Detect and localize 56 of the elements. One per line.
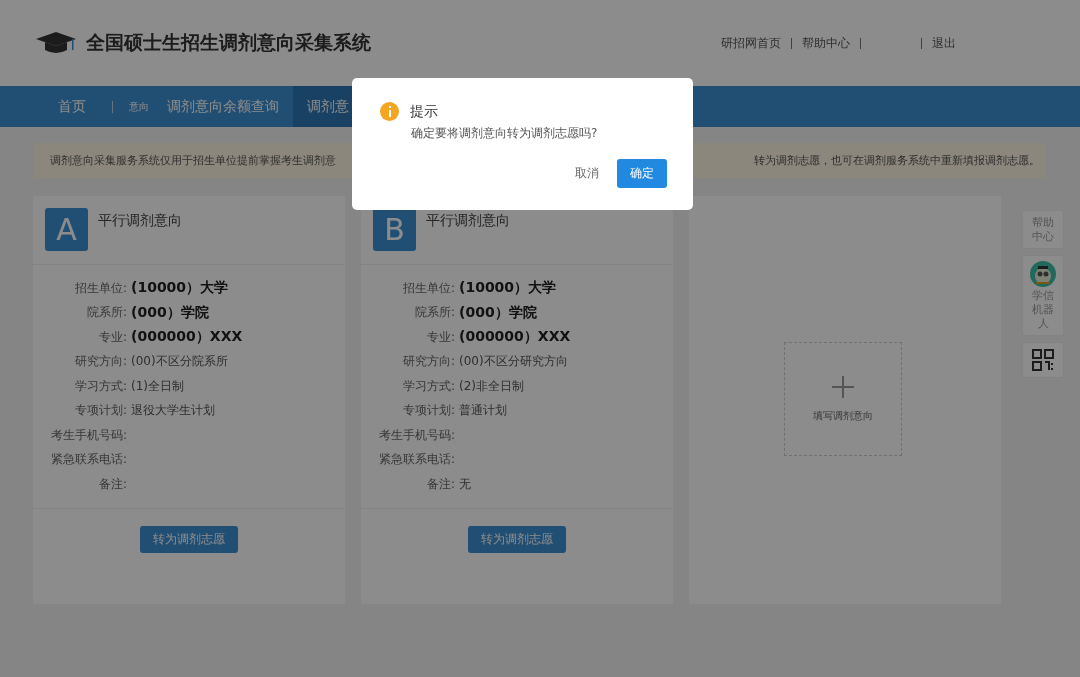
- field-value: (1)全日制: [131, 377, 184, 395]
- site-title: 全国硕士生招生调剂意向采集系统: [86, 30, 372, 55]
- field-value: (00)不区分院系所: [131, 353, 228, 371]
- field-label: 院系所:: [413, 304, 455, 322]
- header-link[interactable]: 帮助中心: [792, 34, 860, 52]
- field-label: 紧急联系电话:: [49, 451, 127, 469]
- convert-button[interactable]: 转为调剂志愿: [468, 526, 566, 553]
- add-intent-button[interactable]: 填写调剂意向: [784, 342, 902, 456]
- field-label: 紧急联系电话:: [377, 451, 455, 469]
- field-label: 院系所:: [85, 304, 127, 322]
- field-value: 无: [459, 475, 471, 493]
- field-label: 专项计划:: [73, 402, 127, 420]
- field-label: 专项计划:: [401, 402, 455, 420]
- nav-tab[interactable]: 调剂意向余额查询: [153, 86, 293, 127]
- field-label: 学习方式:: [401, 377, 455, 395]
- field-value: (000）学院: [131, 303, 209, 322]
- field-value: (000）学院: [459, 303, 537, 322]
- notice-text: 调剂意向采集服务系统仅用于招生单位提前掌握考生调剂意: [50, 153, 336, 168]
- qr-code-icon[interactable]: [1031, 348, 1055, 373]
- dialog-message: 确定要将调剂意向转为调剂志愿吗?: [411, 125, 599, 142]
- field-label: 研究方向:: [401, 353, 455, 371]
- graduation-cap-icon: [34, 30, 78, 56]
- field-value: (2)非全日制: [459, 377, 524, 395]
- field-label: 学习方式:: [73, 377, 127, 395]
- convert-button[interactable]: 转为调剂志愿: [140, 526, 238, 553]
- field-label: 研究方向:: [73, 353, 127, 371]
- nav-tab[interactable]: 首页: [44, 86, 100, 127]
- confirm-button[interactable]: 确定: [617, 159, 667, 188]
- plus-icon: [831, 375, 855, 399]
- dialog-title: 提示: [410, 102, 438, 121]
- field-label: 招生单位:: [73, 279, 127, 297]
- field-label: 专业:: [97, 328, 127, 346]
- owl-avatar-icon: [1030, 261, 1056, 288]
- field-value: 退役大学生计划: [131, 402, 215, 420]
- card-title: 平行调剂意向: [98, 212, 182, 230]
- field-value: (000000）XXX: [459, 328, 571, 347]
- field-label: 备注:: [97, 475, 127, 493]
- field-label: 考生手机号码:: [49, 426, 127, 444]
- header-link[interactable]: 研招网首页: [711, 34, 791, 52]
- field-value: (000000）XXX: [131, 328, 243, 347]
- field-label: 专业:: [425, 328, 455, 346]
- field-value: (10000）大学: [131, 279, 229, 298]
- cancel-button[interactable]: 取消: [567, 159, 607, 188]
- letter-badge: B: [373, 208, 416, 251]
- field-value: (00)不区分研究方向: [459, 353, 568, 371]
- field-value: (10000）大学: [459, 279, 557, 298]
- field-label: 考生手机号码:: [377, 426, 455, 444]
- field-value: 普通计划: [459, 402, 507, 420]
- nav-tab[interactable]: 意向: [125, 86, 153, 127]
- card-title: 平行调剂意向: [426, 212, 510, 230]
- field-label: 招生单位:: [401, 279, 455, 297]
- field-label: 备注:: [425, 475, 455, 493]
- letter-badge: A: [45, 208, 88, 251]
- header-link[interactable]: 退出: [922, 34, 966, 52]
- info-icon: [380, 102, 399, 121]
- notice-text: 转为调剂志愿，也可在调剂服务系统中重新填报调剂志愿。: [754, 153, 1040, 168]
